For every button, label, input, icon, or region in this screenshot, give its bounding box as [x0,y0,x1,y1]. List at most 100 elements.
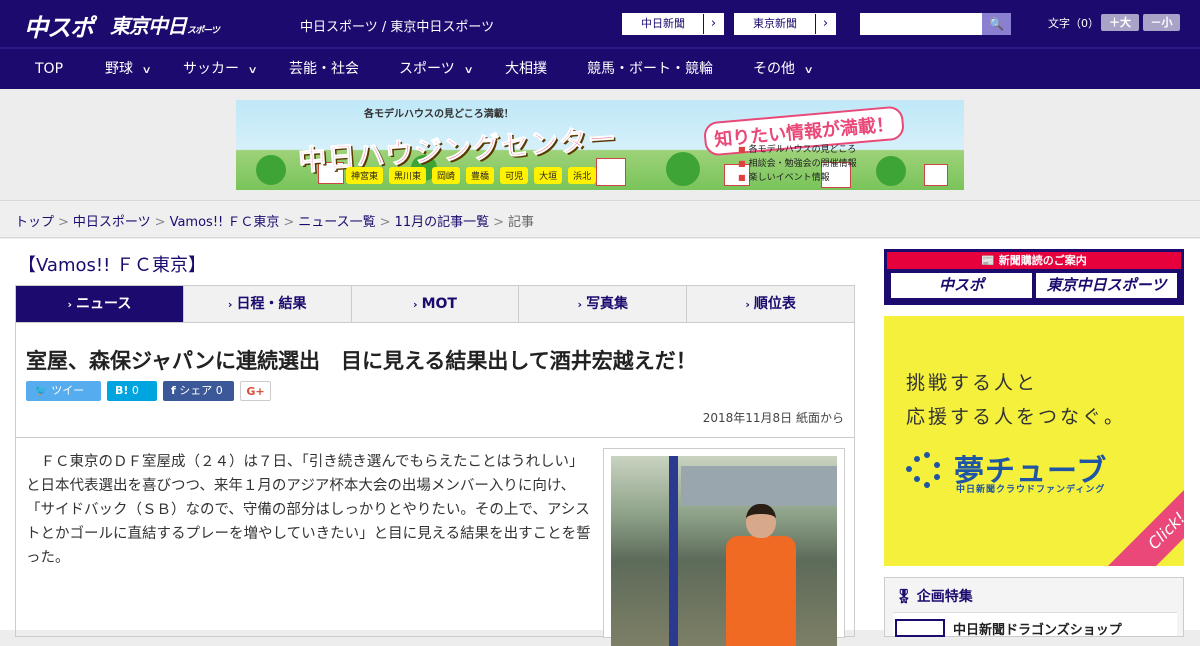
article-photo[interactable] [611,456,837,646]
main-content: 【Vamos!! ＦＣ東京】 › ニュース › 日程・結果 › MOT › 写真集 › 順… [0,239,1200,646]
search-icon: 🔍 [989,17,1004,31]
hatena-bookmark-button[interactable]: B! 0 [107,381,157,401]
tab-schedule[interactable]: › 日程・結果 [184,286,352,322]
nav-item-baseball[interactable]: 野球 ∨ [105,49,152,89]
section-tabs: › ニュース › 日程・結果 › MOT › 写真集 › 順位表 [15,285,855,323]
tokyo-shimbun-button[interactable]: 東京新聞 › [734,13,836,35]
chevron-down-icon: ∨ [803,65,814,76]
breadcrumb-separator: > [154,215,166,230]
search-button[interactable]: 🔍 [982,13,1011,35]
chevron-down-icon: ∨ [463,65,474,76]
subscription-heading-text: 新聞購読のご案内 [998,254,1087,267]
nav-item-sumo[interactable]: 大相撲 [505,49,547,89]
tab-label: ニュース [76,296,132,312]
breadcrumb-current: 記事 [508,215,535,230]
yume-tube-ad[interactable]: 挑戦する人と 応援する人をつなぐ。 夢チューブ 中日新聞クラウドファンディング … [884,316,1184,566]
facebook-icon: f [171,384,176,397]
tab-photos[interactable]: › 写真集 [519,286,688,322]
article-headline: 室屋、森保ジャパンに連続選出 目に見える結果出して酒井宏越えだ！ [26,349,697,373]
nav-label: サッカー [183,61,239,77]
chunichi-shimbun-button[interactable]: 中日新聞 › [622,13,724,35]
subscription-heading: 📰 新聞購読のご案内 [887,252,1181,269]
article-body-text: ＦＣ東京のＤＦ室屋成（２４）は７日、「引き続き選んでもらえたことはうれしい」と日… [26,454,591,566]
banner-tag: 浜北 [568,167,597,184]
font-smaller-button[interactable]: －小 [1143,14,1180,31]
nav-label: TOP [35,61,64,77]
tokyo-logo-text: 東京中日 [110,14,187,38]
breadcrumb-link[interactable]: 中日スポーツ [73,215,151,230]
special-features-title: 企画特集 [916,589,973,605]
banner-feature-item: 相談会・勉強会の開催情報 [738,157,857,171]
breadcrumb-separator: > [58,215,69,230]
subscribe-tokyo-logo[interactable]: 東京中日スポーツ [1036,273,1177,298]
banner-tag: 岡崎 [432,167,461,184]
nav-item-entertainment[interactable]: 芸能・社会 [289,49,359,89]
tweet-button[interactable]: 🐦 ツイート [26,381,101,417]
breadcrumb-link[interactable]: トップ [15,215,54,230]
article-body: ＦＣ東京のＤＦ室屋成（２４）は７日、「引き続き選んでもらえたことはうれしい」と日… [15,437,855,646]
breadcrumb-link[interactable]: Vamos!! ＦＣ東京 [170,215,280,230]
banner-feature-list: 各モデルハウスの見どころ 相談会・勉強会の開催情報 楽しいイベント情報 [738,143,857,185]
tokyo-logo-sub: スポーツ [187,26,220,36]
site-title: 中日スポーツ / 東京中日スポーツ [300,20,495,35]
hatena-icon: B! [115,384,129,397]
nav-item-racing[interactable]: 競馬・ボート・競輪 [587,49,713,89]
breadcrumb-link[interactable]: ニュース一覧 [298,215,375,230]
subscription-guide[interactable]: 📰 新聞購読のご案内 中スポ 東京中日スポーツ [884,249,1184,305]
tab-news[interactable]: › ニュース [16,286,184,322]
article-header: 室屋、森保ジャパンに連続選出 目に見える結果出して酒井宏越えだ！ 🐦 ツイート … [15,323,855,438]
banner-tag: 大垣 [534,167,563,184]
ad-line-1: 挑戦する人と [906,372,1039,394]
twitter-icon: 🐦 [34,384,48,397]
tab-label: 順位表 [753,296,796,312]
main-nav: TOP 野球 ∨ サッカー ∨ 芸能・社会 スポーツ ∨ 大相撲 競馬・ボート・競輪 … [0,47,1200,89]
tab-label: MOT [421,296,457,312]
nav-item-other[interactable]: その他 ∨ [753,49,814,89]
chevron-right-icon: › [577,298,583,311]
tab-mot[interactable]: › MOT [352,286,520,322]
site-header: 中スポ 東京中日スポーツ 中日スポーツ / 東京中日スポーツ 中日新聞 › 東京新… [0,0,1200,47]
tab-label: 写真集 [586,296,629,312]
chevron-down-icon: ∨ [141,65,152,76]
housing-center-banner[interactable]: 各モデルハウスの見どころ満載！ 中日ハウジングセンター 神宮東 黒川東 岡崎 豊… [236,100,964,190]
facebook-share-button[interactable]: f シェア 0 [163,381,234,401]
article-photo-frame [603,448,845,646]
nav-item-soccer[interactable]: サッカー ∨ [183,49,258,89]
nav-item-sports[interactable]: スポーツ ∨ [399,49,474,89]
ad-click-ribbon: Click! [1105,469,1184,566]
house-graphic [924,164,948,186]
subscription-logos: 中スポ 東京中日スポーツ [887,269,1181,302]
banner-tag: 神宮東 [346,167,384,184]
chuspo-logo[interactable]: 中スポ [24,8,94,43]
banner-tag: 可児 [500,167,529,184]
facebook-label: シェア 0 [179,384,223,397]
tokyo-chunichi-logo[interactable]: 東京中日スポーツ [110,10,220,39]
banner-location-tags: 神宮東 黒川東 岡崎 豊橋 可児 大垣 浜北 [346,167,597,184]
font-larger-button[interactable]: ＋大 [1101,14,1139,31]
nav-label: 芸能・社会 [289,61,359,77]
article-date: 2018年11月8日 紙面から [702,411,844,425]
special-feature-item[interactable]: 中日新聞ドラゴンズショップ [893,612,1177,638]
banner-small-text: 各モデルハウスの見どころ満載！ [364,109,514,120]
chevron-right-icon: › [413,298,418,311]
ad-line-2: 応援する人をつなぐ。 [906,406,1127,428]
google-plus-button[interactable]: G+ [240,381,271,401]
search-input[interactable] [860,13,982,35]
subscribe-chuspo-logo[interactable]: 中スポ [891,273,1032,298]
chevron-right-icon: › [745,298,750,311]
breadcrumb-link[interactable]: 11月の記事一覧 [395,215,490,230]
medal-icon: 🎖 [895,589,913,605]
chunichi-shimbun-label: 中日新聞 [641,17,685,30]
tokyo-shimbun-label: 東京新聞 [753,17,797,30]
special-feature-thumb [895,619,945,637]
breadcrumb-separator: > [379,215,391,230]
nav-item-top[interactable]: TOP [35,49,63,89]
font-size-label: 文字（0） [1048,17,1099,30]
banner-feature-item: 各モデルハウスの見どころ [738,143,857,157]
hatena-count: 0 [131,384,139,397]
breadcrumb-separator: > [283,215,295,230]
banner-tag: 豊橋 [466,167,495,184]
chevron-right-icon: › [815,14,835,34]
special-features-heading: 🎖 企画特集 [895,586,973,606]
tab-standings[interactable]: › 順位表 [687,286,854,322]
